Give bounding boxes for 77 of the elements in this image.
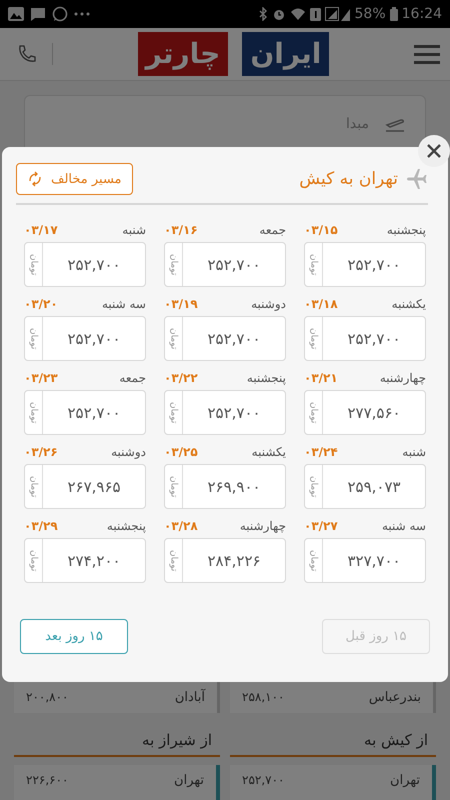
- weekday: جمعه: [259, 223, 286, 237]
- weekday: شنبه: [402, 445, 426, 459]
- date: ۰۳/۲۷: [304, 519, 338, 533]
- weekday: پنجشنبه: [106, 519, 146, 533]
- date: ۰۳/۲۰: [24, 297, 58, 311]
- route-price: ۲۵۲,۷۰۰: [242, 773, 284, 788]
- weekday: سه شنبه: [102, 297, 146, 311]
- weekday: چهارشنبه: [240, 519, 286, 533]
- airplane-icon: [406, 168, 428, 190]
- sim-icon: [310, 8, 321, 20]
- date: ۰۳/۱۸: [304, 297, 338, 311]
- price-option[interactable]: ۲۵۲,۷۰۰ تومان: [304, 242, 426, 287]
- more-icon: [74, 12, 90, 16]
- weekday: چهارشنبه: [380, 371, 426, 385]
- bluetooth-icon: [258, 7, 268, 21]
- date: ۰۳/۱۷: [24, 223, 58, 237]
- swap-icon: [27, 171, 43, 187]
- weekday: سه شنبه: [382, 519, 426, 533]
- weekday: پنجشنبه: [246, 371, 286, 385]
- price-option[interactable]: ۲۵۲,۷۰۰ تومان: [304, 316, 426, 361]
- price-option[interactable]: ۲۷۷,۵۶۰ تومان: [304, 390, 426, 435]
- battery-percentage: 58%: [354, 6, 386, 22]
- weekday: شنبه: [122, 223, 146, 237]
- weekday: پنجشنبه: [386, 223, 426, 237]
- route-row[interactable]: تهران ۲۵۲,۷۰۰: [230, 765, 436, 800]
- price-option[interactable]: ۲۵۲,۷۰۰ تومان: [164, 242, 286, 287]
- date: ۰۳/۱۵: [304, 223, 338, 237]
- date: ۰۳/۲۶: [24, 445, 58, 459]
- weekday: یکشنبه: [392, 297, 426, 311]
- alarm-icon: [272, 7, 286, 21]
- price-option[interactable]: ۲۵۹,۰۷۳ تومان: [304, 464, 426, 509]
- route-title: تهران به کیش: [299, 169, 398, 189]
- date: ۰۳/۲۹: [24, 519, 58, 533]
- route-row[interactable]: تهران ۲۲۶,۶۰۰: [14, 765, 220, 800]
- logo-text: ایران: [242, 32, 330, 76]
- weekday: جمعه: [119, 371, 146, 385]
- date: ۰۳/۲۴: [304, 445, 338, 459]
- price-option[interactable]: ۲۸۴,۲۲۶ تومان: [164, 538, 286, 583]
- weekday: دوشنبه: [251, 297, 286, 311]
- route-group-title: از شیراز به: [14, 727, 220, 757]
- close-button[interactable]: [418, 135, 450, 167]
- route-price: ۲۲۶,۶۰۰: [26, 773, 68, 788]
- phone-icon[interactable]: [16, 43, 38, 65]
- price-option[interactable]: ۲۵۲,۷۰۰ تومان: [24, 390, 146, 435]
- date: ۰۳/۱۶: [164, 223, 198, 237]
- city-name: تهران: [390, 773, 420, 788]
- clock-time: 16:24: [402, 6, 442, 22]
- date: ۰۳/۲۱: [304, 371, 338, 385]
- price-option[interactable]: ۲۷۴,۲۰۰ تومان: [24, 538, 146, 583]
- date: ۰۳/۲۸: [164, 519, 198, 533]
- date: ۰۳/۲۲: [164, 371, 198, 385]
- menu-icon[interactable]: [414, 44, 440, 64]
- route-price: ۲۵۸,۱۰۰: [242, 690, 284, 705]
- price-option[interactable]: ۲۶۷,۹۶۵ تومان: [24, 464, 146, 509]
- weekday: یکشنبه: [252, 445, 286, 459]
- price-option[interactable]: ۲۵۲,۷۰۰ تومان: [164, 390, 286, 435]
- date: ۰۳/۲۵: [164, 445, 198, 459]
- date: ۰۳/۲۳: [24, 371, 58, 385]
- image-icon: [8, 7, 24, 21]
- logo-text: چارتر: [138, 32, 228, 76]
- date: ۰۳/۱۹: [164, 297, 198, 311]
- price-option[interactable]: ۲۵۲,۷۰۰ تومان: [24, 242, 146, 287]
- close-icon: [426, 143, 442, 159]
- wifi-icon: [290, 7, 306, 21]
- route-group-title: از کیش به: [230, 727, 436, 757]
- city-name[interactable]: بندرعباس: [368, 690, 421, 705]
- price-option[interactable]: ۳۲۷,۷۰۰ تومان: [304, 538, 426, 583]
- battery-icon: [390, 7, 398, 21]
- weekday: دوشنبه: [111, 445, 146, 459]
- price-option[interactable]: ۲۵۲,۷۰۰ تومان: [164, 316, 286, 361]
- signal-icon: [324, 7, 351, 21]
- route-price: ۲۰۰,۸۰۰: [26, 690, 68, 705]
- price-option[interactable]: ۲۶۹,۹۰۰ تومان: [164, 464, 286, 509]
- price-option[interactable]: ۲۵۲,۷۰۰ تومان: [24, 316, 146, 361]
- message-icon: [30, 6, 46, 22]
- city-name: تهران: [174, 773, 204, 788]
- city-name[interactable]: آبادان: [174, 690, 205, 705]
